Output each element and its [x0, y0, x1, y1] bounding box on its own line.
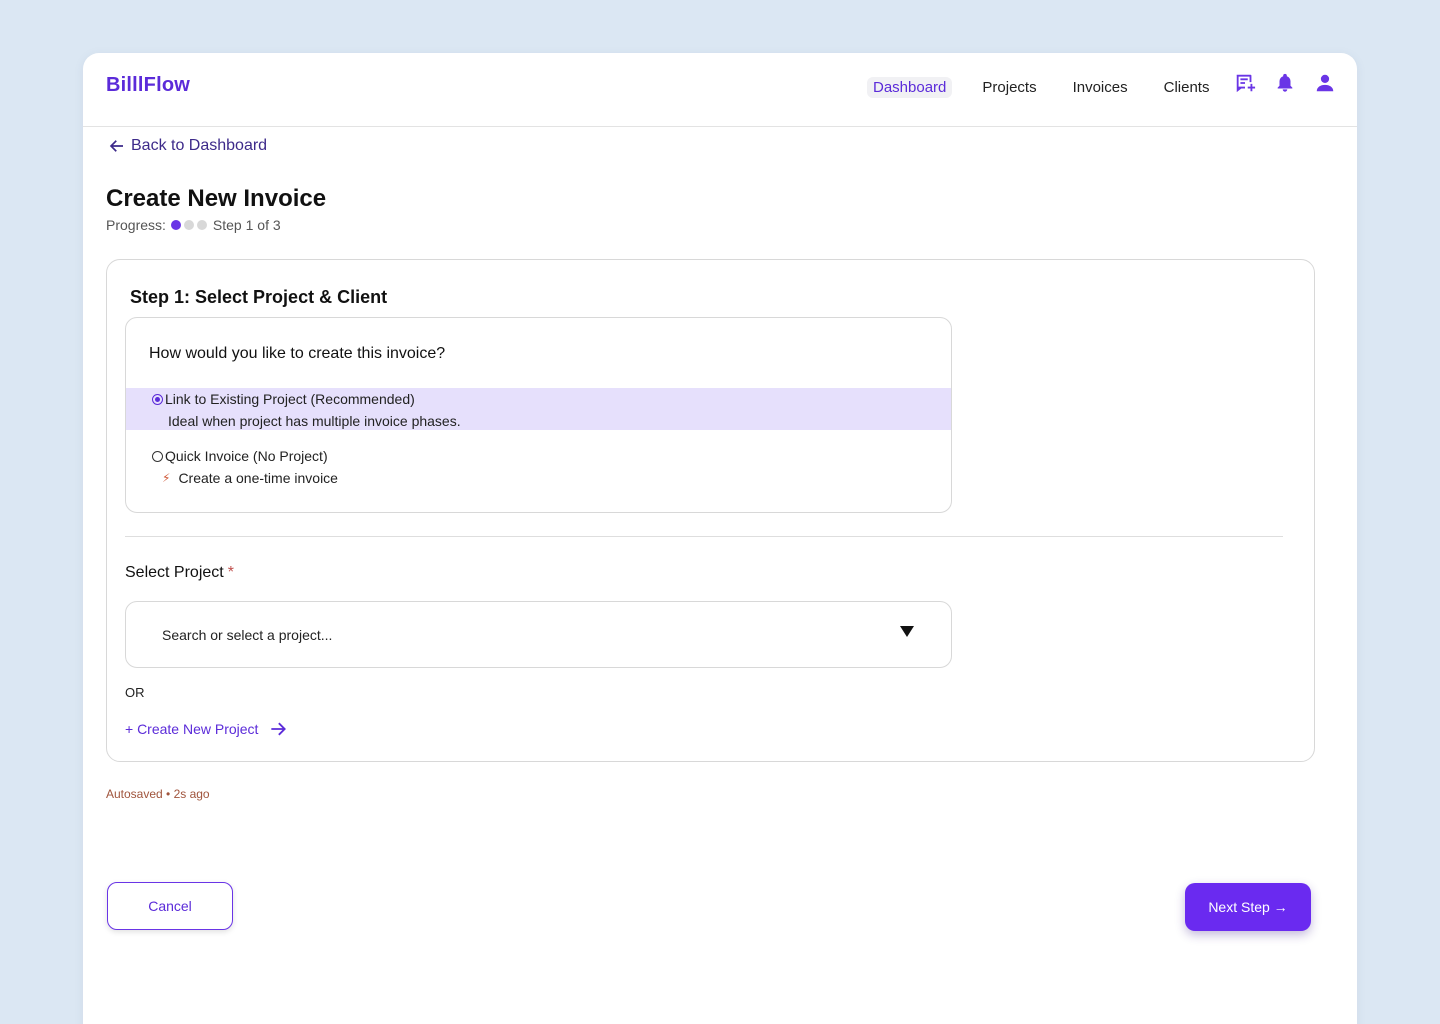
progress-dot	[183, 220, 194, 230]
or-separator: OR	[125, 685, 145, 700]
add-note-icon[interactable]	[1233, 71, 1257, 95]
option-description: Create a one-time invoice	[178, 470, 338, 486]
option-label: Quick Invoice (No Project)	[165, 448, 328, 464]
arrow-right-icon	[271, 722, 287, 736]
step-title: Step 1: Select Project & Client	[130, 287, 388, 307]
main-nav: Dashboard Projects Invoices Clients	[867, 77, 1239, 98]
progress-step-text: Step 1 of 3	[212, 217, 281, 233]
creation-method-question: How would you like to create this invoic…	[149, 345, 446, 362]
dropdown-caret-icon	[900, 626, 914, 637]
cancel-button[interactable]: Cancel	[107, 882, 233, 930]
progress-dot-active	[170, 220, 181, 230]
option-label: Link to Existing Project (Recommended)	[165, 391, 415, 407]
back-to-dashboard-link[interactable]: Back to Dashboard	[108, 137, 267, 155]
nav-projects[interactable]: Projects	[976, 77, 1042, 98]
radio-unchecked-icon[interactable]	[152, 450, 163, 462]
progress-indicator: Progress: Step 1 of 3	[106, 217, 281, 233]
progress-label: Progress:	[106, 217, 166, 233]
user-icon[interactable]	[1313, 71, 1337, 95]
autosave-status: Autosaved • 2s ago	[106, 787, 210, 801]
radio-checked-icon[interactable]	[152, 393, 163, 405]
project-select[interactable]: Search or select a project...	[125, 601, 952, 668]
next-step-button[interactable]: Next Step →	[1185, 883, 1311, 931]
required-asterisk: *	[227, 564, 234, 581]
arrow-left-icon	[109, 140, 123, 152]
lightning-icon: ⚡	[162, 471, 171, 485]
app-window: BilllFlow Dashboard Projects Invoices Cl…	[83, 53, 1357, 1024]
select-project-label: Select Project *	[125, 564, 234, 582]
option-link-existing-project[interactable]: Link to Existing Project (Recommended) I…	[126, 388, 951, 430]
nav-clients[interactable]: Clients	[1158, 77, 1216, 98]
project-select-placeholder: Search or select a project...	[162, 627, 333, 643]
option-quick-invoice[interactable]: Quick Invoice (No Project) ⚡ Create a on…	[126, 448, 951, 490]
progress-dot	[196, 220, 207, 230]
nav-invoices[interactable]: Invoices	[1067, 77, 1134, 98]
brand-logo[interactable]: BilllFlow	[106, 74, 190, 97]
back-link-label: Back to Dashboard	[131, 137, 268, 154]
create-project-label: + Create New Project	[125, 721, 259, 737]
divider	[125, 536, 1283, 537]
bell-icon[interactable]	[1273, 71, 1297, 95]
creation-method-group: How would you like to create this invoic…	[125, 317, 952, 513]
select-project-label-text: Select Project	[125, 564, 224, 581]
page-title: Create New Invoice	[106, 185, 327, 212]
create-new-project-link[interactable]: + Create New Project	[125, 719, 288, 739]
top-navbar: BilllFlow Dashboard Projects Invoices Cl…	[83, 53, 1357, 127]
step-card: Step 1: Select Project & Client How woul…	[106, 259, 1315, 762]
nav-dashboard[interactable]: Dashboard	[867, 77, 953, 98]
option-description: Ideal when project has multiple invoice …	[168, 413, 461, 429]
header-actions	[1233, 71, 1353, 95]
